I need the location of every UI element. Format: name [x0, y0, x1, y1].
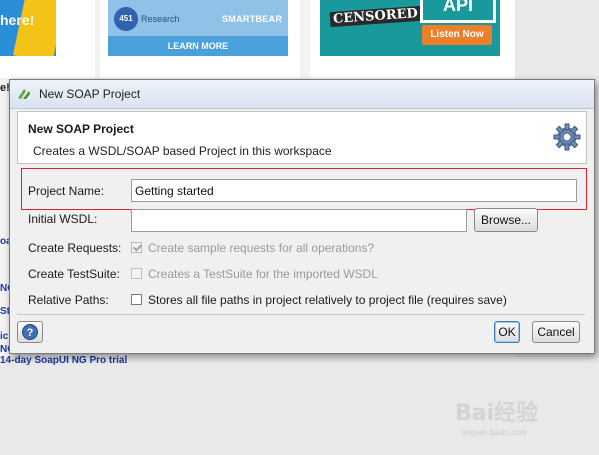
research-label: Research [141, 14, 180, 24]
create-requests-checkbox[interactable] [131, 242, 142, 253]
promo-card-2[interactable]: 451 Research SMARTBEAR LEARN MORE [100, 0, 300, 78]
learn-more-button[interactable]: LEARN MORE [108, 36, 288, 56]
project-name-label: Project Name: [28, 184, 105, 198]
dialog-title: New SOAP Project [39, 87, 141, 101]
smartbear-logo: SMARTBEAR [222, 14, 283, 24]
browse-button[interactable]: Browse... [474, 208, 538, 232]
create-testsuite-text: Creates a TestSuite for the imported WSD… [148, 267, 378, 281]
dialog-titlebar[interactable]: New SOAP Project [10, 80, 594, 109]
api-label: API [420, 0, 496, 23]
initial-wsdl-label: Initial WSDL: [28, 212, 98, 226]
baidu-watermark: Bai经验 [455, 401, 539, 426]
promo-banner-1: here! [0, 0, 56, 56]
ok-button[interactable]: OK [494, 321, 520, 343]
create-testsuite-checkbox[interactable] [131, 268, 142, 279]
promo-banner-451-research: 451 Research SMARTBEAR LEARN MORE [108, 0, 288, 56]
dialog-header: New SOAP Project Creates a WSDL/SOAP bas… [17, 111, 587, 164]
svg-text:?: ? [27, 327, 34, 339]
listen-now-button[interactable]: Listen Now [422, 25, 492, 45]
relative-paths-checkbox[interactable] [131, 294, 142, 305]
gear-icon [553, 123, 581, 151]
left-link-4[interactable]: ic [0, 331, 8, 342]
cancel-button[interactable]: Cancel [532, 321, 580, 343]
create-testsuite-label: Create TestSuite: [28, 267, 120, 281]
relative-paths-text: Stores all file paths in project relativ… [148, 293, 507, 307]
header-description: Creates a WSDL/SOAP based Project in thi… [33, 144, 332, 158]
promo-card-3[interactable]: CENSORED API Listen Now [310, 0, 515, 78]
trial-link[interactable]: 14-day SoapUI NG Pro trial [0, 355, 127, 366]
help-icon: ? [22, 324, 38, 340]
project-name-input[interactable] [131, 179, 577, 202]
initial-wsdl-input[interactable] [131, 209, 467, 232]
censored-label: CENSORED [329, 5, 422, 28]
help-button[interactable]: ? [17, 321, 43, 343]
create-requests-text: Create sample requests for all operation… [148, 241, 375, 255]
header-title: New SOAP Project [28, 122, 134, 136]
create-requests-label: Create Requests: [28, 241, 122, 255]
baidu-watermark-url: jingyan.baidu.com [462, 428, 527, 437]
promo-banner-1-text: here! [0, 12, 35, 28]
new-soap-project-dialog: New SOAP Project New SOAP Project Create… [9, 79, 595, 354]
promo-card-1[interactable]: here! [0, 0, 95, 78]
soapui-app-icon [18, 89, 30, 99]
451-research-logo: 451 [114, 7, 138, 31]
relative-paths-label: Relative Paths: [28, 293, 109, 307]
promo-banner-api-podcast: CENSORED API Listen Now [320, 0, 500, 56]
